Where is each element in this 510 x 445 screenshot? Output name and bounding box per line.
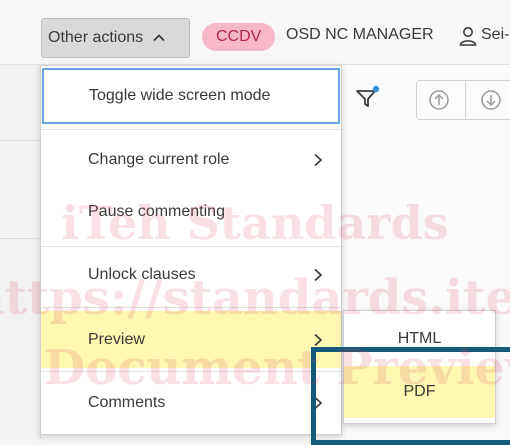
menu-item-preview[interactable]: Preview	[41, 311, 341, 368]
menu-divider	[41, 371, 341, 372]
role-name: OSD NC MANAGER	[286, 26, 434, 43]
submenu-item-pdf[interactable]: PDF	[344, 366, 495, 418]
arrow-up-circle-icon[interactable]	[428, 89, 450, 111]
menu-item-label: Unlock clauses	[88, 266, 196, 283]
other-actions-button[interactable]: Other actions	[41, 18, 190, 58]
chevron-right-icon	[314, 268, 323, 282]
menu-item-pause-commenting[interactable]: Pause commenting	[41, 184, 341, 240]
user-icon	[459, 27, 477, 46]
chevron-right-icon	[314, 333, 323, 346]
submenu-item-html[interactable]: HTML	[344, 313, 495, 365]
chevron-right-icon	[314, 153, 323, 167]
submenu-item-label: HTML	[397, 330, 442, 347]
menu-item-toggle-wide-screen[interactable]: Toggle wide screen mode	[42, 68, 340, 124]
menu-divider	[41, 307, 341, 308]
menu-item-label: Preview	[88, 330, 145, 348]
menu-item-change-current-role[interactable]: Change current role	[41, 132, 341, 188]
filter-icon[interactable]	[354, 84, 382, 112]
preview-submenu: HTML PDF	[343, 310, 496, 424]
chevron-right-icon	[314, 396, 323, 410]
arrow-down-circle-icon[interactable]	[480, 89, 502, 111]
menu-item-label: Pause commenting	[88, 203, 225, 220]
left-panel-divider	[0, 238, 40, 239]
user-name[interactable]: Sei-	[481, 26, 509, 44]
navigation-divider	[465, 80, 466, 120]
chevron-up-icon	[153, 34, 165, 42]
submenu-item-label: PDF	[403, 383, 436, 400]
other-actions-menu: Toggle wide screen mode Change current r…	[40, 65, 342, 435]
menu-item-label: Comments	[88, 394, 166, 411]
menu-item-comments[interactable]: Comments	[41, 375, 341, 431]
menu-item-label: Toggle wide screen mode	[89, 87, 271, 104]
menu-divider	[41, 129, 341, 130]
menu-item-label: Change current role	[88, 151, 230, 168]
menu-item-unlock-clauses[interactable]: Unlock clauses	[41, 247, 341, 303]
role-badge: CCDV	[202, 23, 276, 51]
other-actions-label: Other actions	[48, 29, 144, 46]
left-panel	[0, 65, 41, 439]
left-panel-divider	[0, 140, 40, 141]
